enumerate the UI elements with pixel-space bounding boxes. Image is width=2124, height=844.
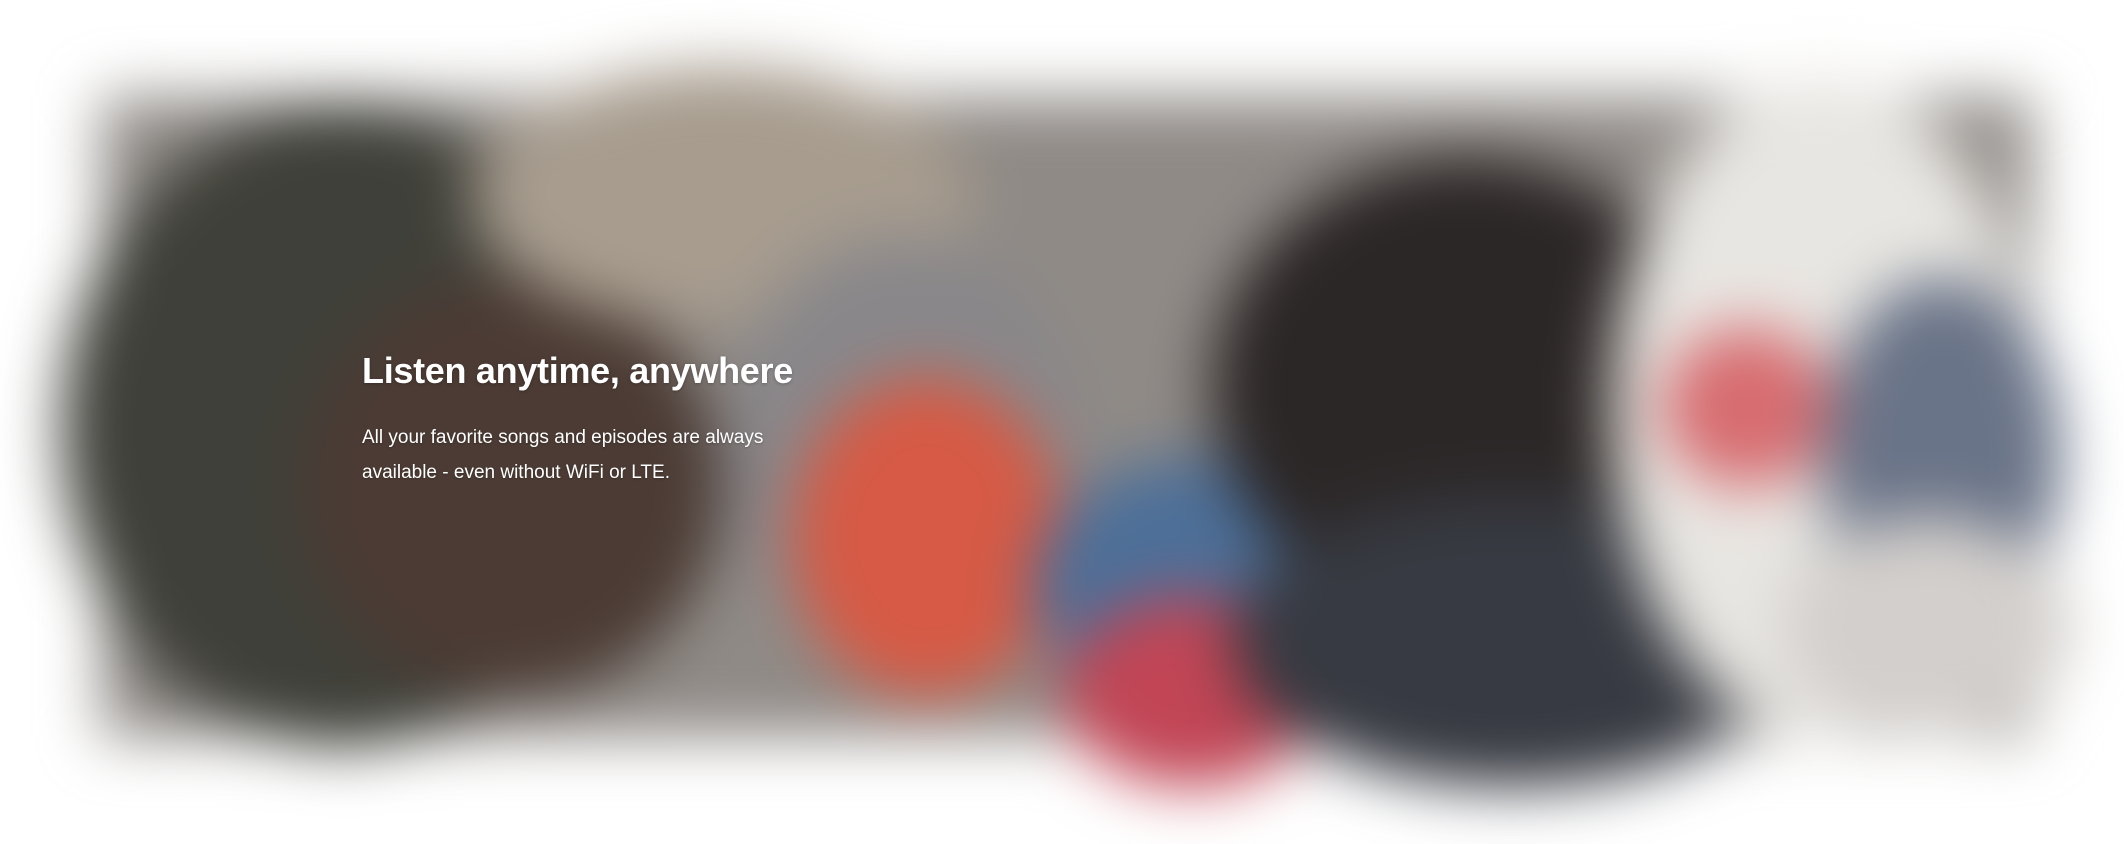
hero-content: Listen anytime, anywhere All your favori…	[362, 350, 832, 490]
hero-description: All your favorite songs and episodes are…	[362, 427, 764, 483]
page: Listen anytime, anywhere All your favori…	[0, 0, 2124, 844]
right-red-accent	[1662, 327, 1832, 487]
red-figure	[792, 377, 1062, 697]
right-bottom-glare	[1782, 517, 2072, 737]
hero-title: Listen anytime, anywhere	[362, 350, 793, 391]
